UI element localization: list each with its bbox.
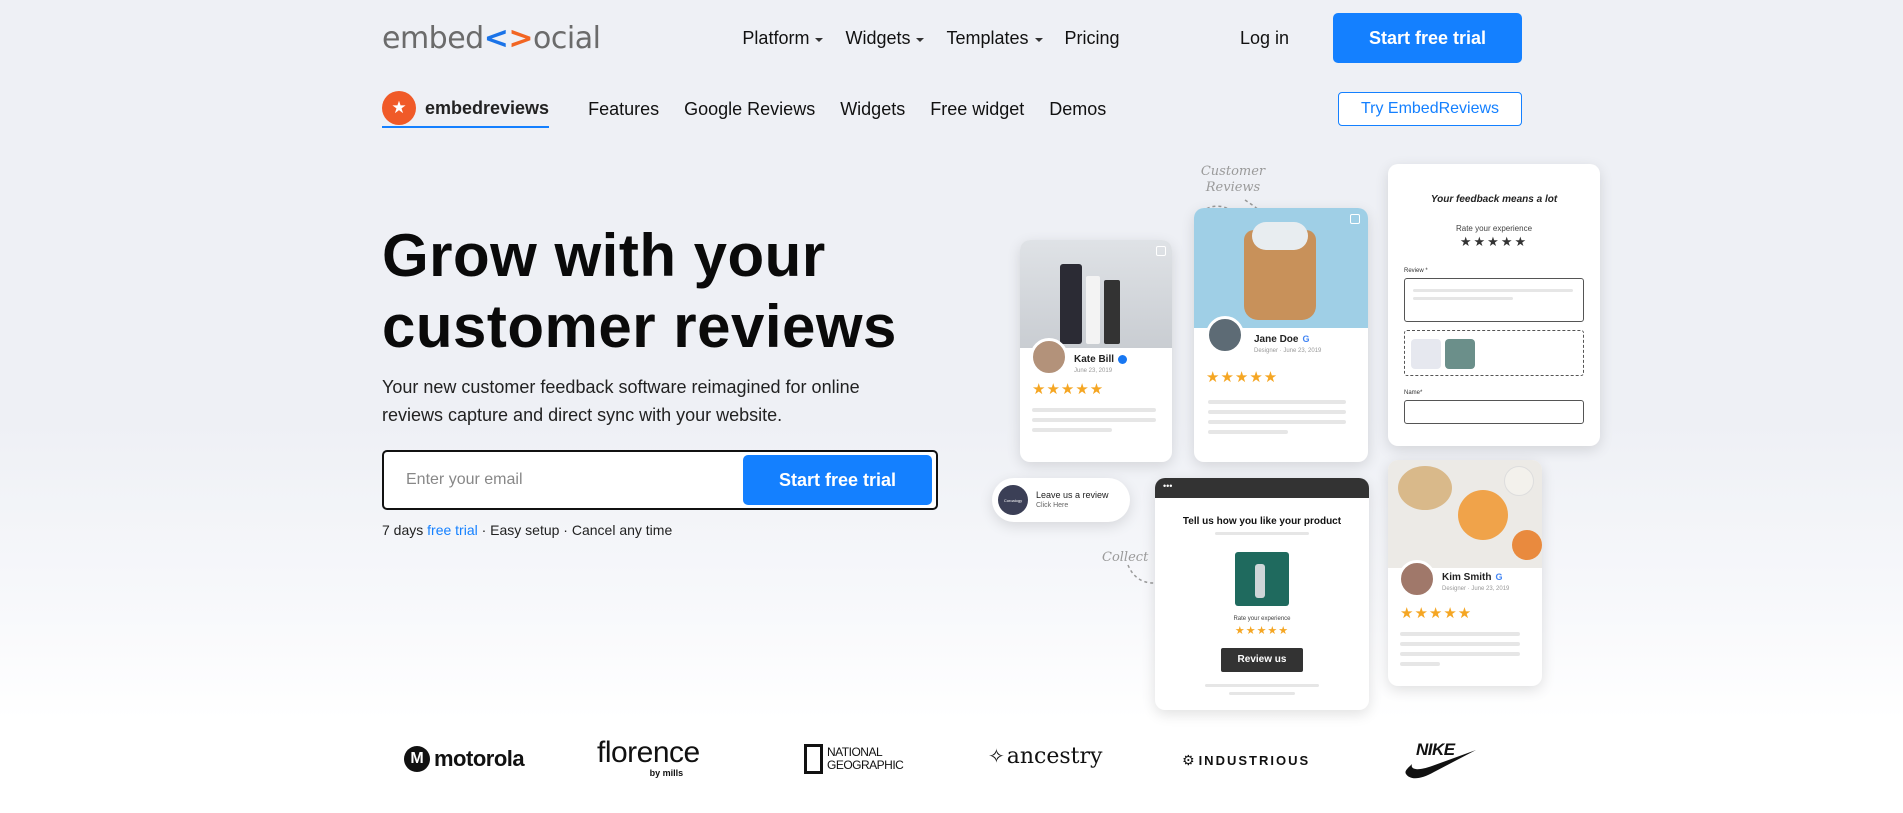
customer-logos: M motorola florence by mills NATIONAL GE… — [382, 738, 1522, 788]
florence-logo: florence by mills — [597, 736, 700, 779]
menu-templates[interactable]: Templates — [946, 28, 1043, 49]
google-icon: G — [1495, 572, 1503, 582]
try-embedreviews-button[interactable]: Try EmbedReviews — [1338, 92, 1522, 126]
submenu-demos[interactable]: Demos — [1049, 99, 1106, 120]
ancestry-leaf-icon: ✧ — [988, 746, 1005, 768]
google-icon: G — [1302, 334, 1310, 344]
submenu-features[interactable]: Features — [588, 99, 659, 120]
facebook-icon — [1118, 354, 1128, 364]
industrious-logo: ⚙ INDUSTRIOUS — [1182, 752, 1311, 768]
menu-platform[interactable]: Platform — [742, 28, 824, 49]
chevron-down-icon — [916, 37, 925, 42]
trial-fineprint: 7 days free trial · Easy setup · Cancel … — [382, 522, 673, 538]
embedsocial-logo[interactable]: embed<>ocial — [382, 21, 601, 56]
top-navigation: embed<>ocial Platform Widgets Templates … — [382, 0, 1522, 76]
hero-subtitle: Your new customer feedback software reim… — [382, 377, 860, 425]
chevron-down-icon — [815, 37, 824, 42]
nat-geo-frame-icon — [804, 744, 823, 774]
product-thumbnail — [1235, 552, 1289, 606]
product-photo — [1020, 240, 1172, 348]
star-icon: ★ — [382, 91, 416, 125]
hero-start-free-trial-button[interactable]: Start free trial — [743, 455, 932, 505]
main-menu: Platform Widgets Templates Pricing — [742, 28, 1119, 49]
signup-form: Start free trial — [382, 450, 938, 510]
email-input[interactable] — [388, 471, 743, 489]
product-photo — [1388, 460, 1542, 568]
product-subnav: ★ embedreviews Features Google Reviews W… — [382, 89, 1522, 129]
nike-logo: NIKE — [1404, 740, 1478, 780]
menu-pricing[interactable]: Pricing — [1065, 28, 1120, 49]
free-trial-link[interactable]: free trial — [427, 522, 478, 538]
ancestry-logo: ✧ ancestry — [988, 744, 1103, 769]
industrious-mark-icon: ⚙ — [1182, 752, 1195, 768]
submenu-google-reviews[interactable]: Google Reviews — [684, 99, 815, 120]
login-link[interactable]: Log in — [1240, 28, 1289, 49]
product-photo — [1194, 208, 1368, 328]
review-card-kim: Kim Smith G Designer · June 23, 2019 ★★★★… — [1388, 460, 1542, 686]
hero-title: Grow with your customer reviews — [382, 222, 897, 360]
coroalogy-logo: Coroalogy — [998, 485, 1028, 515]
product-review-card: ••• Tell us how you like your product Ra… — [1155, 478, 1369, 710]
leave-review-pill: Coroalogy Leave us a review Click Here — [992, 478, 1130, 522]
avatar — [1030, 338, 1068, 376]
motorola-logo: M motorola — [404, 746, 525, 772]
embedreviews-brand[interactable]: ★ embedreviews — [382, 90, 550, 128]
review-card-jane: Jane Doe G Designer · June 23, 2019 ★★★★★ — [1194, 208, 1368, 462]
menu-widgets[interactable]: Widgets — [845, 28, 925, 49]
chevron-down-icon — [1034, 37, 1043, 42]
motorola-batwing-icon: M — [404, 746, 430, 772]
hero-illustration: Customer Reviews Collect Kate Bill June … — [980, 160, 1630, 720]
submenu-free-widget[interactable]: Free widget — [930, 99, 1024, 120]
review-card-kate: Kate Bill June 23, 2019 ★★★★★ — [1020, 240, 1172, 462]
avatar — [1398, 560, 1436, 598]
national-geographic-logo: NATIONAL GEOGRAPHIC — [804, 744, 904, 774]
submenu-widgets[interactable]: Widgets — [840, 99, 905, 120]
sub-menu: Features Google Reviews Widgets Free wid… — [588, 99, 1106, 120]
start-free-trial-button[interactable]: Start free trial — [1333, 13, 1522, 63]
avatar — [1206, 316, 1244, 354]
feedback-form-card: Your feedback means a lot Rate your expe… — [1388, 164, 1600, 446]
